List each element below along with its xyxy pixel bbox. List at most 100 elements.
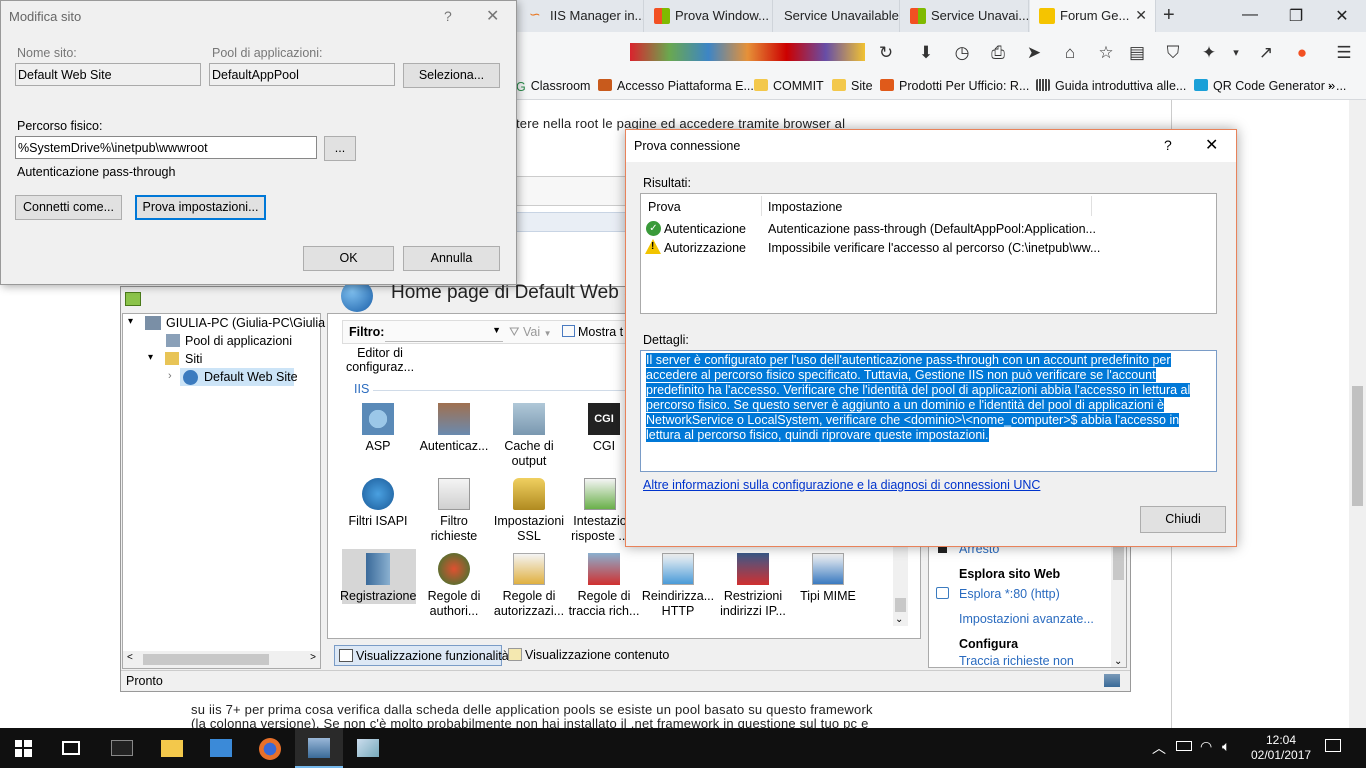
history-icon[interactable]: ◷ — [952, 43, 972, 63]
page-scrollbar-thumb[interactable] — [1352, 386, 1363, 506]
scrollbar-thumb[interactable] — [1113, 544, 1124, 580]
result-setting-cell[interactable]: Autenticazione pass-through (DefaultAppP… — [768, 222, 1096, 236]
column-header-setting[interactable]: Impostazione — [768, 200, 842, 214]
select-button[interactable]: Seleziona... — [403, 63, 500, 88]
send-icon[interactable]: ➤ — [1024, 43, 1044, 63]
scroll-right-icon[interactable]: > — [310, 652, 316, 663]
go-button[interactable]: ⛛ Vai ▼ — [509, 325, 552, 340]
bookmark-item[interactable]: G Classroom — [516, 79, 590, 94]
browser-tab[interactable]: Prova Window... — [645, 0, 773, 32]
features-view-tab[interactable]: Visualizzazione funzionalità — [334, 645, 509, 666]
feature-logging[interactable]: Registrazione — [340, 553, 416, 604]
reading-list-icon[interactable]: ▤ — [1127, 43, 1147, 63]
scroll-down-icon[interactable]: ⌄ — [895, 614, 903, 625]
feature-failed-request-tracing[interactable]: Regole di traccia rich... — [566, 553, 642, 619]
feature-ip-restrictions[interactable]: Restrizioni indirizzi IP... — [715, 553, 791, 619]
browse-site-link[interactable]: Esplora *:80 (http) — [959, 587, 1060, 601]
scroll-down-icon[interactable]: ⌄ — [1114, 656, 1122, 667]
browser-tab[interactable]: Service Unavai... — [901, 0, 1029, 32]
scrollbar-thumb[interactable] — [895, 598, 906, 612]
bookmark-item[interactable]: Prodotti Per Ufficio: R... — [880, 79, 1029, 93]
column-header-test[interactable]: Prova — [648, 200, 681, 214]
advanced-settings-link[interactable]: Impostazioni avanzate... — [959, 612, 1094, 626]
pocket-icon[interactable]: ⛉ — [1163, 43, 1183, 63]
home-icon[interactable]: ⌂ — [1060, 43, 1080, 63]
feature-authoring-rules[interactable]: Regole di authori... — [416, 553, 492, 619]
cancel-button[interactable]: Annulla — [403, 246, 500, 271]
feature-authentication[interactable]: Autenticaz... — [416, 403, 492, 454]
show-all-button[interactable]: Mostra t — [562, 325, 623, 339]
site-name-field[interactable]: Default Web Site — [15, 63, 201, 86]
tree-item-sites[interactable]: Siti — [185, 352, 202, 366]
connect-as-button[interactable]: Connetti come... — [15, 195, 122, 220]
connect-icon[interactable] — [125, 292, 141, 306]
taskbar-app[interactable] — [197, 728, 245, 768]
tree-item-app-pools[interactable]: Pool di applicazioni — [185, 334, 292, 348]
feature-request-filtering[interactable]: Filtro richieste — [416, 478, 492, 544]
filter-input[interactable]: ▼ — [385, 322, 503, 342]
clock[interactable]: 12:04 02/01/2017 — [1251, 733, 1311, 763]
physical-path-field[interactable]: %SystemDrive%\inetpub\wwwroot — [15, 136, 317, 159]
close-icon[interactable]: ✕ — [486, 6, 499, 26]
close-window-icon[interactable]: ✕ — [1319, 6, 1365, 26]
feature-asp[interactable]: ASP — [340, 403, 416, 454]
minimize-icon[interactable]: — — [1227, 6, 1273, 24]
notification-center-icon[interactable] — [1325, 739, 1341, 752]
download-icon[interactable]: ⬇ — [916, 43, 936, 63]
content-view-tab[interactable]: Visualizzazione contenuto — [506, 645, 676, 666]
close-button[interactable]: Chiudi — [1140, 506, 1226, 533]
bookmark-item[interactable]: Site — [832, 79, 873, 93]
taskbar-app[interactable] — [344, 728, 392, 768]
collapse-icon[interactable]: ▾ — [128, 316, 133, 327]
feature-authorization-rules[interactable]: Regole di autorizzazi... — [491, 553, 567, 619]
browse-path-button[interactable]: ... — [324, 136, 356, 161]
bookmark-item[interactable]: QR Code Generator - ... — [1194, 79, 1346, 93]
show-hidden-icons[interactable]: ︿ — [1152, 738, 1166, 758]
more-bookmarks-icon[interactable]: » — [1328, 78, 1335, 93]
ok-button[interactable]: OK — [303, 246, 394, 271]
help-button[interactable]: ? — [1164, 137, 1172, 153]
print-icon[interactable]: ⎙ — [988, 43, 1008, 63]
help-button[interactable]: ? — [444, 8, 452, 24]
restore-icon[interactable]: ❐ — [1273, 6, 1319, 26]
bookmark-star-icon[interactable]: ☆ — [1096, 43, 1116, 63]
feature-response-headers[interactable]: Intestazio risposte ... — [566, 478, 634, 544]
pen-icon[interactable]: ↗ — [1256, 43, 1276, 63]
taskbar-app-iis-active[interactable] — [295, 728, 343, 768]
feature-http-redirect[interactable]: Reindirizza... HTTP — [640, 553, 716, 619]
bookmark-item[interactable]: Accesso Piattaforma E... — [598, 79, 754, 93]
taskbar-app[interactable] — [246, 728, 294, 768]
battery-icon[interactable] — [1176, 741, 1192, 751]
feature-editor-config[interactable]: Editor di configuraz... — [345, 346, 415, 374]
tree-item-default-web-site[interactable]: Default Web Site — [204, 370, 298, 384]
unc-help-link[interactable]: Altre informazioni sulla configurazione … — [643, 478, 1040, 492]
new-tab-icon[interactable]: + — [1163, 4, 1175, 27]
expand-icon[interactable]: › — [168, 370, 172, 382]
wifi-icon[interactable]: ◠ — [1200, 738, 1212, 755]
addon-icon[interactable]: ● — [1292, 43, 1312, 63]
scrollbar-thumb[interactable] — [143, 654, 269, 665]
volume-icon[interactable]: 🔈︎ — [1222, 738, 1230, 755]
feature-ssl-settings[interactable]: Impostazioni SSL — [491, 478, 567, 544]
taskbar-app[interactable] — [98, 728, 146, 768]
tree-item-server[interactable]: GIULIA-PC (Giulia-PC\Giulia S — [166, 316, 337, 330]
feature-output-cache[interactable]: Cache di output — [491, 403, 567, 469]
test-settings-button[interactable]: Prova impostazioni... — [135, 195, 266, 220]
chevron-down-icon[interactable]: ▾ — [1226, 46, 1246, 59]
feature-isapi-filters[interactable]: Filtri ISAPI — [340, 478, 416, 529]
actions-scrollbar[interactable]: ⌄ — [1111, 540, 1126, 667]
browser-tab-active[interactable]: Forum Ge... ✕ — [1030, 0, 1156, 32]
feature-mime-types[interactable]: Tipi MIME — [790, 553, 866, 604]
browser-tab[interactable]: ∽ IIS Manager in... — [520, 0, 644, 32]
result-test-cell[interactable]: Autenticazione — [664, 222, 746, 236]
close-icon[interactable]: ✕ — [1205, 135, 1218, 155]
details-textbox[interactable]: Il server è configurato per l'uso dell'a… — [640, 350, 1217, 472]
close-tab-icon[interactable]: ✕ — [1135, 7, 1147, 24]
bookmark-item[interactable]: Guida introduttiva alle... — [1036, 79, 1186, 93]
reload-icon[interactable]: ↻ — [876, 43, 896, 63]
result-setting-cell[interactable]: Impossibile verificare l'accesso al perc… — [768, 241, 1100, 255]
toolbar-addon-icons[interactable] — [630, 43, 865, 61]
task-view-icon[interactable] — [62, 741, 80, 755]
scroll-left-icon[interactable]: < — [127, 652, 133, 663]
extension-icon[interactable]: ✦ — [1199, 43, 1219, 63]
